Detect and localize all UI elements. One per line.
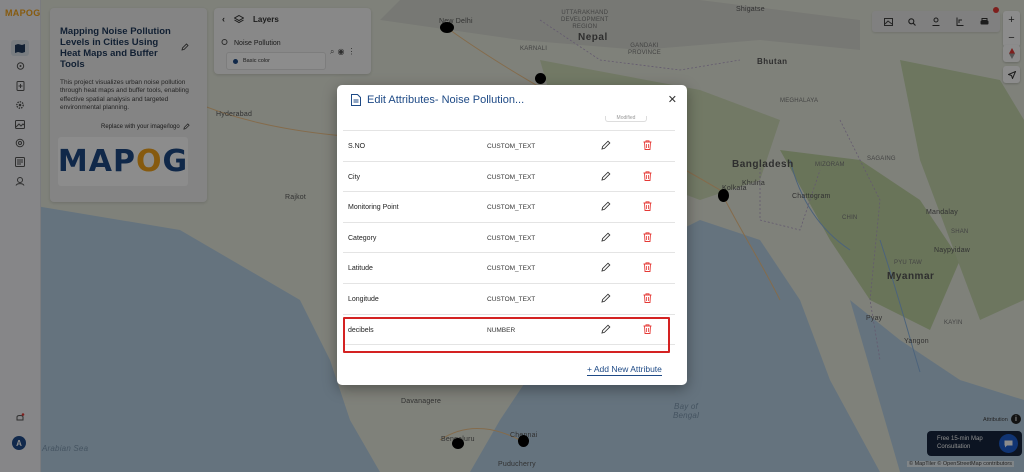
edit-pencil-icon[interactable] xyxy=(601,293,611,305)
attribute-type: CUSTOM_TEXT xyxy=(487,265,536,273)
edit-pencil-icon[interactable] xyxy=(601,232,611,244)
delete-trash-icon[interactable] xyxy=(643,140,652,152)
attribute-name: Monitoring Point xyxy=(348,204,399,212)
close-icon[interactable]: ✕ xyxy=(668,93,677,106)
delete-trash-icon[interactable] xyxy=(643,293,652,305)
edit-pencil-icon[interactable] xyxy=(601,171,611,183)
attribute-name: Latitude xyxy=(348,265,373,273)
attribute-row: City CUSTOM_TEXT xyxy=(343,162,675,193)
attribute-row: S.NO CUSTOM_TEXT xyxy=(343,131,675,162)
attribute-type: CUSTOM_TEXT xyxy=(487,143,536,150)
attribute-type: CUSTOM_TEXT xyxy=(487,295,536,303)
modified-tag: Modified xyxy=(605,116,647,122)
attribute-type: CUSTOM_TEXT xyxy=(487,234,536,242)
delete-trash-icon[interactable] xyxy=(643,170,652,183)
attribute-row: Longitude CUSTOM_TEXT xyxy=(343,284,675,315)
highlight-box xyxy=(343,317,670,353)
attribute-row: Latitude CUSTOM_TEXT xyxy=(343,253,675,284)
edit-pencil-icon[interactable] xyxy=(601,201,611,213)
delete-trash-icon[interactable] xyxy=(643,262,652,274)
edit-pencil-icon[interactable] xyxy=(601,140,611,152)
modal-title: Edit Attributes- Noise Pollution... xyxy=(367,94,525,106)
add-attribute-button[interactable]: + Add New Attribute xyxy=(587,364,662,376)
attribute-name: Category xyxy=(348,234,377,242)
attribute-list: S.NO CUSTOM_TEXT City CUSTOM_TEXT Monitoring… xyxy=(343,131,675,346)
attribute-row: Monitoring Point CUSTOM_TEXT xyxy=(343,192,675,223)
attribute-row-partial: Modified xyxy=(343,115,675,131)
attribute-name: City xyxy=(348,173,361,181)
attribute-type: CUSTOM_TEXT xyxy=(487,173,536,181)
delete-trash-icon[interactable] xyxy=(643,232,652,244)
edit-pencil-icon[interactable] xyxy=(601,262,611,274)
delete-trash-icon[interactable] xyxy=(643,201,652,213)
attribute-name: S.NO xyxy=(348,143,366,150)
attribute-type: CUSTOM_TEXT xyxy=(487,204,536,212)
attribute-row: Category CUSTOM_TEXT xyxy=(343,223,675,254)
attribute-name: Longitude xyxy=(348,295,379,303)
document-icon xyxy=(351,94,361,106)
